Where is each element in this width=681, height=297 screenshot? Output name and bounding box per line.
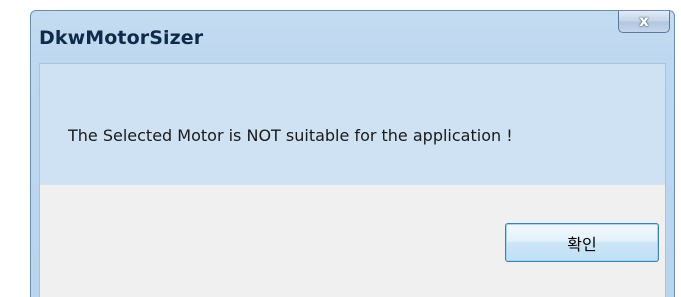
dialog-window: DkwMotorSizer x The Selected Motor is NO… — [30, 10, 675, 297]
button-area: 확인 — [40, 185, 665, 297]
message-text: The Selected Motor is NOT suitable for t… — [68, 126, 513, 145]
title-bar[interactable]: DkwMotorSizer x — [31, 11, 674, 63]
message-area: The Selected Motor is NOT suitable for t… — [40, 64, 665, 185]
dialog-content: The Selected Motor is NOT suitable for t… — [39, 63, 666, 297]
window-title: DkwMotorSizer — [39, 27, 204, 49]
ok-button[interactable]: 확인 — [505, 223, 659, 262]
close-button[interactable]: x — [618, 11, 670, 33]
close-icon: x — [639, 12, 649, 30]
